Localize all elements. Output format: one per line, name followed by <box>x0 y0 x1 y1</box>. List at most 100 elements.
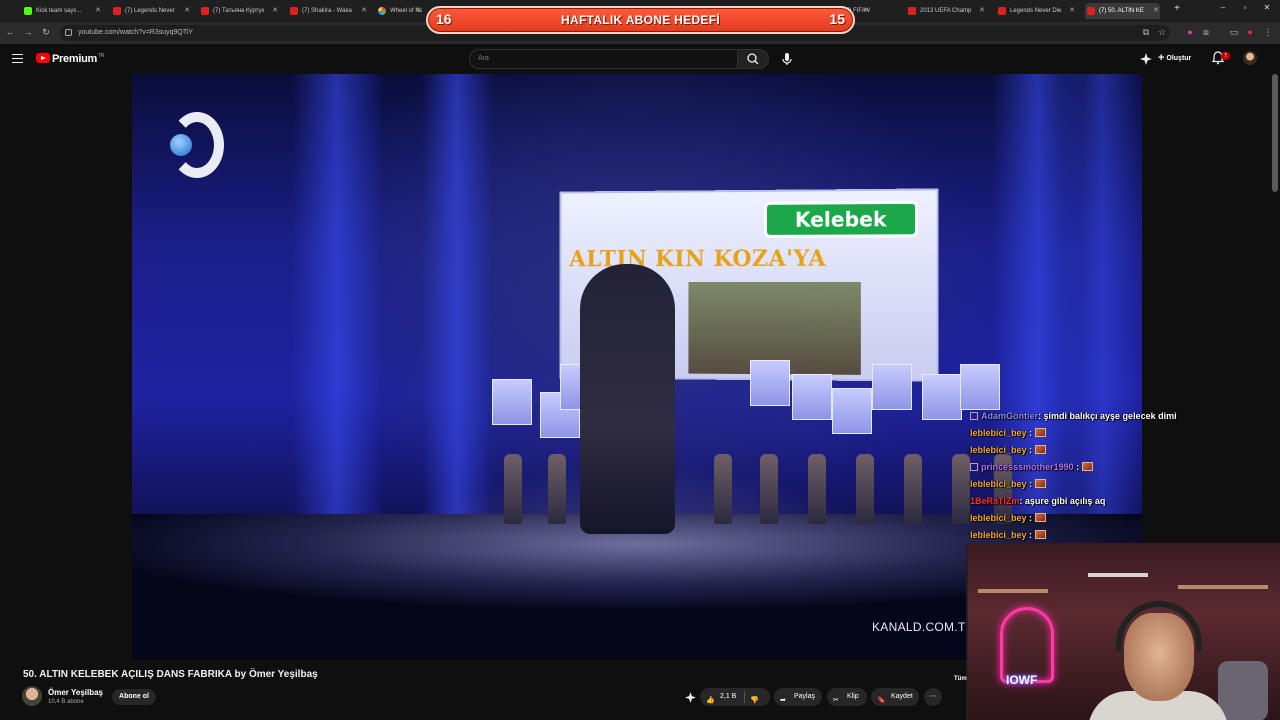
youtube-icon <box>290 7 298 15</box>
chat-emote-icon <box>1034 479 1046 488</box>
close-tab-icon[interactable]: ✕ <box>271 3 279 19</box>
stream-chat-overlay: AdamGontier: şimdi balıkçı ayşe gelecek … <box>970 409 1270 545</box>
dancer-box-costume <box>792 374 832 420</box>
close-window-icon[interactable]: ✕ <box>1260 3 1274 12</box>
cast-icon[interactable]: ▭ <box>1228 27 1240 38</box>
browser-tab[interactable]: Kick team says... ✕ <box>22 3 102 19</box>
back-icon[interactable]: ← <box>4 27 16 37</box>
chat-text: : aşure gibi açılış aq <box>1019 496 1106 506</box>
install-icon[interactable]: ⧉ <box>1140 27 1152 38</box>
account-avatar[interactable] <box>1243 51 1257 65</box>
more-actions-button[interactable]: ⋯ <box>924 688 942 706</box>
close-tab-icon[interactable]: ✕ <box>183 3 191 19</box>
new-tab-icon[interactable]: + <box>1170 3 1184 14</box>
bookmark-star-icon[interactable]: ☆ <box>1156 27 1168 38</box>
clip-label: Klip <box>847 693 859 700</box>
extension-icon[interactable]: ● <box>1184 27 1196 37</box>
browser-tab[interactable]: 2013 UEFA Champ ✕ <box>906 3 986 19</box>
chat-badge-icon <box>970 463 978 471</box>
extensions-puzzle-icon[interactable]: ⧈ <box>1200 27 1212 38</box>
video-title: 50. ALTIN KELEBEK AÇILIŞ DANS FABRIKA by… <box>23 669 318 680</box>
clip-button[interactable]: ✂ Klip <box>827 688 867 706</box>
browser-tab[interactable]: (7) Татьяна Куртук ✕ <box>199 3 279 19</box>
search-input[interactable]: Ara <box>469 49 738 69</box>
search-button[interactable] <box>737 49 769 69</box>
create-button[interactable]: + Oluştur <box>1158 52 1191 64</box>
microphone-icon[interactable] <box>778 50 796 68</box>
dancer-box-costume <box>960 364 1000 410</box>
browser-tab[interactable]: (7) 50. ALTIN KE ✕ <box>1085 3 1160 19</box>
dancer-figure <box>504 454 522 524</box>
search-placeholder: Ara <box>478 55 489 62</box>
like-count: 2,1 B <box>720 693 737 700</box>
close-tab-icon[interactable]: ✕ <box>978 3 986 19</box>
chat-emote-icon <box>1034 445 1046 454</box>
minimize-icon[interactable]: – <box>1216 3 1230 12</box>
chat-username: leblebici_bey <box>970 445 1027 455</box>
chat-text: : şimdi balıkçı ayşe gelecek dimi <box>1038 411 1177 421</box>
chat-message: leblebici_bey : <box>970 511 1270 528</box>
thumbs-down-icon: 👎 <box>750 697 759 704</box>
dancer-box-costume <box>832 388 872 434</box>
gaming-chair <box>1218 661 1268 720</box>
dislike-button[interactable]: 👎 <box>748 688 768 706</box>
browser-menu-icon[interactable]: ⋮ <box>1262 27 1274 38</box>
wall-shelf <box>978 589 1048 593</box>
chat-message: princesssmother1990 : <box>970 460 1270 477</box>
weekly-subscriber-goal-overlay: 16 HAFTALIK ABONE HEDEFİ 15 <box>426 6 855 34</box>
close-tab-icon[interactable]: ✕ <box>862 3 870 19</box>
save-label: Kaydet <box>891 693 913 700</box>
chat-message: leblebici_bey : <box>970 477 1270 494</box>
create-sparkle-icon[interactable] <box>1140 53 1152 65</box>
share-button[interactable]: ➦ Paylaş <box>774 688 822 706</box>
youtube-brand[interactable]: PremiumTR <box>52 53 104 65</box>
wall-shelf <box>1088 573 1148 577</box>
dancer-figure <box>760 454 778 524</box>
more-icon: ⋯ <box>929 693 937 700</box>
filter-chip-all[interactable]: Tüm <box>954 676 967 682</box>
streamer-headset <box>1116 601 1202 651</box>
share-label: Paylaş <box>794 693 816 700</box>
chat-text: : <box>1026 445 1033 455</box>
ask-sparkle-icon[interactable] <box>685 692 696 703</box>
chat-badge-icon <box>970 412 978 420</box>
chat-username: leblebici_bey <box>970 479 1027 489</box>
close-tab-icon[interactable]: ✕ <box>1152 3 1160 19</box>
browser-tab[interactable]: Legends Never Die ✕ <box>996 3 1076 19</box>
close-tab-icon[interactable]: ✕ <box>414 3 422 19</box>
like-button[interactable]: 👍 2,1 B <box>700 688 744 706</box>
chat-emote-icon <box>1034 530 1046 539</box>
channel-name[interactable]: Ömer Yeşilbaş <box>48 688 103 697</box>
broadcaster-watermark: KANALD.COM.TR <box>872 620 975 634</box>
subscribe-button[interactable]: Abone ol <box>112 689 156 705</box>
wall-shelf <box>1178 585 1268 589</box>
close-tab-icon[interactable]: ✕ <box>1068 3 1076 19</box>
browser-tab[interactable]: (7) Legends Never ✕ <box>111 3 191 19</box>
close-tab-icon[interactable]: ✕ <box>360 3 368 19</box>
dancer-figure <box>904 454 922 524</box>
chat-message: leblebici_bey : <box>970 426 1270 443</box>
site-info-icon[interactable] <box>65 29 72 36</box>
browser-tab[interactable]: Wheel of Names✕ <box>376 3 422 19</box>
plus-icon: + <box>1158 52 1165 64</box>
close-tab-icon[interactable]: ✕ <box>94 3 102 19</box>
channel-avatar[interactable] <box>22 686 42 706</box>
chat-text: : <box>1026 428 1033 438</box>
reload-icon[interactable]: ↻ <box>40 27 52 38</box>
forward-icon[interactable]: → <box>22 27 34 37</box>
profile-icon[interactable]: ● <box>1244 27 1256 37</box>
browser-tab-label: (7) Legends Never <box>125 8 175 14</box>
subscriber-count: 10,4 B abone <box>48 699 84 705</box>
browser-tab-label: (7) Татьяна Куртук <box>213 8 265 14</box>
page-scrollbar[interactable] <box>1272 74 1278 192</box>
menu-icon[interactable] <box>12 54 23 63</box>
share-icon: ➦ <box>780 697 786 704</box>
divider <box>744 691 745 703</box>
like-dislike-group: 👍 2,1 B 👎 <box>700 688 770 706</box>
maximize-icon[interactable]: ▫ <box>1238 3 1252 12</box>
save-button[interactable]: 🔖 Kaydet <box>871 688 919 706</box>
youtube-logo-icon[interactable] <box>36 53 50 63</box>
browser-tab[interactable]: (7) Shakira - Waka ✕ <box>288 3 368 19</box>
dancing-couple <box>580 264 675 534</box>
chat-username: AdamGontier <box>981 411 1039 421</box>
